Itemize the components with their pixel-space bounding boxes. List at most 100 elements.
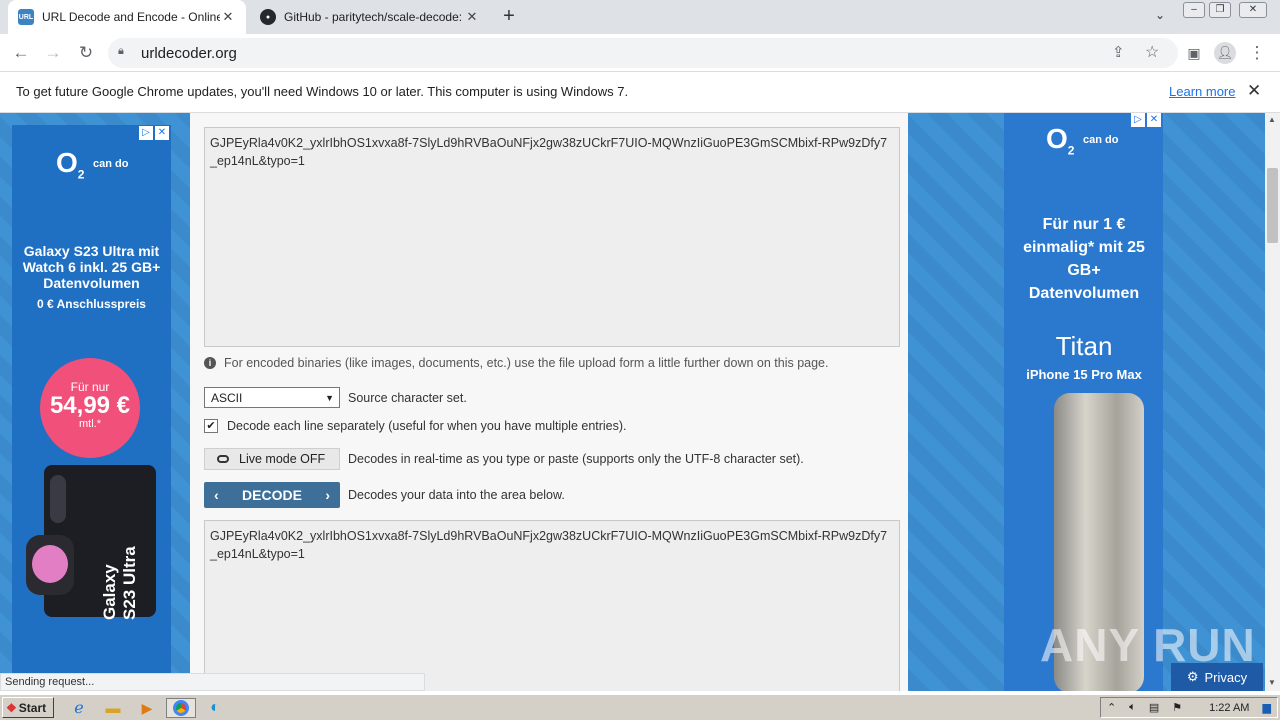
address-bar[interactable]: 🔒︎ urldecoder.org ⇪ ☆ [108, 38, 1178, 68]
privacy-button[interactable]: ⚙ Privacy [1171, 663, 1263, 691]
tab-github[interactable]: ● GitHub - paritytech/scale-decode: De ✕ [250, 0, 490, 34]
lock-icon[interactable]: 🔒︎ [118, 45, 130, 59]
chevron-down-icon: ▼ [325, 392, 334, 403]
adchoices-icon[interactable]: ▷ [139, 126, 153, 140]
chrome-taskbar-icon[interactable] [166, 698, 196, 718]
decoder-content: GJPEyRla4v0K2_yxlrIbhOS1xvxa8f-7SlyLd9hR… [190, 113, 908, 691]
scroll-up-icon[interactable]: ▲ [1268, 115, 1276, 124]
close-tab-icon[interactable]: ✕ [464, 9, 480, 25]
flag-icon[interactable]: ⚑ [1172, 701, 1182, 714]
restore-button[interactable]: ❐ [1209, 2, 1231, 18]
url-decoder-favicon-icon: URL [18, 9, 34, 25]
ie-icon[interactable]: ℯ [68, 698, 90, 718]
o2-logo: O2 [1046, 123, 1075, 158]
back-arrow-icon[interactable]: ← [10, 42, 32, 64]
o2-tagline: can do [93, 158, 129, 170]
each-line-label: Decode each line separately (useful for … [227, 419, 627, 433]
chevron-right-icon: › [325, 487, 330, 503]
o2-tagline: can do [1083, 134, 1119, 146]
update-infobar: To get future Google Chrome updates, you… [0, 72, 1280, 113]
watch-face-icon [32, 545, 68, 583]
ad-headline: Für nur 1 € einmalig* mit 25 GB+ Datenvo… [1023, 216, 1145, 302]
github-icon: ● [260, 9, 276, 25]
live-mode-toggle[interactable]: Live mode OFF [204, 448, 340, 470]
left-advertisement[interactable]: ▷ ✕ O2 can do Galaxy S23 Ultra mit Watch… [12, 125, 171, 691]
url-text[interactable]: urldecoder.org [141, 45, 237, 62]
each-line-row: ✔ Decode each line separately (useful fo… [204, 419, 627, 433]
folder-icon[interactable]: ▬ [102, 698, 124, 718]
tab-title: URL Decode and Encode - Online [42, 10, 220, 24]
tab-strip: URL URL Decode and Encode - Online ✕ ● G… [0, 0, 1280, 34]
price-badge: Für nur 54,99 € mtl.* [40, 358, 140, 458]
status-bar: Sending request... [0, 673, 425, 691]
binaries-note: For encoded binaries (like images, docum… [224, 356, 829, 370]
start-label: Start [18, 700, 47, 715]
bookmark-star-icon[interactable]: ☆ [1145, 42, 1159, 62]
forward-arrow-icon[interactable]: → [42, 42, 64, 64]
reload-icon[interactable]: ↻ [75, 42, 97, 64]
tray-expand-icon[interactable]: ⌃ [1107, 701, 1116, 714]
gear-icon: ⚙ [1186, 669, 1199, 684]
share-icon[interactable]: ⇪ [1112, 43, 1125, 61]
ad-product: iPhone 15 Pro Max [1026, 367, 1142, 382]
charset-row: ASCII ▼ Source character set. [204, 387, 467, 408]
ad-close-icon[interactable]: ✕ [155, 126, 169, 140]
scroll-down-icon[interactable]: ▼ [1268, 678, 1276, 687]
start-button[interactable]: ❖ Start [2, 697, 54, 718]
decode-desc: Decodes your data into the area below. [348, 488, 565, 502]
encoded-input-textarea[interactable]: GJPEyRla4v0K2_yxlrIbhOS1xvxa8f-7SlyLd9hR… [204, 127, 900, 347]
camera-module-icon [50, 475, 66, 523]
new-tab-button[interactable]: + [498, 6, 520, 28]
chevron-left-icon: ‹ [214, 487, 219, 503]
vertical-scrollbar[interactable]: ▲ ▼ [1265, 113, 1280, 691]
web-page: ▷ ✕ O2 can do Galaxy S23 Ultra mit Watch… [0, 113, 1265, 691]
infobar-text: To get future Google Chrome updates, you… [16, 84, 629, 99]
ad-plan: Titan [1055, 331, 1113, 361]
privacy-label: Privacy [1204, 669, 1248, 685]
ad-subline: 0 € Anschlusspreis [37, 297, 146, 311]
menu-kebab-icon[interactable]: ⋮ [1246, 42, 1268, 64]
profile-avatar-icon[interactable]: 👤︎ [1214, 42, 1236, 64]
windows-logo-icon: ❖ [6, 700, 17, 715]
charset-label: Source character set. [348, 390, 467, 405]
chrome-icon [173, 700, 189, 716]
close-window-button[interactable]: ✕ [1239, 2, 1267, 18]
infobar-close-icon[interactable]: ✕ [1247, 81, 1261, 101]
system-tray: ⌃ 🔈︎ ▤ ⚑ 1:22 AM ▆ [1100, 697, 1278, 718]
right-advertisement[interactable]: ▷ ✕ O2 can do Für nur 1 € einmalig* mit … [1004, 113, 1163, 691]
adchoices-icon[interactable]: ▷ [1131, 113, 1145, 127]
decode-row: ‹ DECODE › Decodes your data into the ar… [204, 482, 565, 508]
close-tab-icon[interactable]: ✕ [220, 9, 236, 25]
each-line-checkbox[interactable]: ✔ [204, 419, 218, 433]
clock[interactable]: 1:22 AM [1209, 702, 1249, 714]
ad-close-icon[interactable]: ✕ [1147, 113, 1161, 127]
minimize-button[interactable]: – [1183, 2, 1205, 18]
info-icon: i [204, 357, 216, 369]
decode-button[interactable]: ‹ DECODE › [204, 482, 340, 508]
charset-select[interactable]: ASCII ▼ [204, 387, 340, 408]
media-player-icon[interactable]: ▶ [136, 698, 158, 718]
edge-icon[interactable]: ◐ [204, 698, 226, 718]
side-panel-icon[interactable]: ▣ [1183, 42, 1205, 64]
o2-logo: O2 [56, 147, 85, 182]
tab-title: GitHub - paritytech/scale-decode: De [284, 10, 464, 24]
scrollbar-thumb[interactable] [1267, 168, 1278, 243]
network-icon[interactable]: ▤ [1149, 701, 1159, 714]
live-mode-label: Live mode OFF [239, 452, 326, 466]
live-mode-row: Live mode OFF Decodes in real-time as yo… [204, 448, 804, 470]
live-mode-desc: Decodes in real-time as you type or past… [348, 452, 804, 466]
show-desktop-icon[interactable]: ▆ [1262, 701, 1270, 714]
ad-headline: Galaxy S23 Ultra mit Watch 6 inkl. 25 GB… [22, 243, 161, 291]
binaries-note-row: i For encoded binaries (like images, doc… [204, 356, 829, 370]
decode-label: DECODE [242, 487, 302, 503]
windows-taskbar: ❖ Start ℯ ▬ ▶ ◐ ⌃ 🔈︎ ▤ ⚑ 1:22 AM ▆ [0, 694, 1280, 720]
learn-more-link[interactable]: Learn more [1169, 84, 1235, 99]
browser-toolbar: ← → ↻ 🔒︎ urldecoder.org ⇪ ☆ ▣ 👤︎ ⋮ [0, 34, 1280, 72]
speaker-icon[interactable]: 🔈︎ [1129, 701, 1136, 714]
tab-url-decoder[interactable]: URL URL Decode and Encode - Online ✕ [8, 0, 246, 34]
decoded-output-textarea[interactable]: GJPEyRla4v0K2_yxlrIbhOS1xvxa8f-7SlyLd9hR… [204, 520, 900, 691]
toggle-icon [217, 455, 229, 463]
charset-value: ASCII [211, 390, 243, 405]
tab-search-chevron-icon[interactable]: ⌄ [1150, 8, 1170, 26]
ad-product-name: Galaxy S23 Ultra [100, 546, 139, 620]
